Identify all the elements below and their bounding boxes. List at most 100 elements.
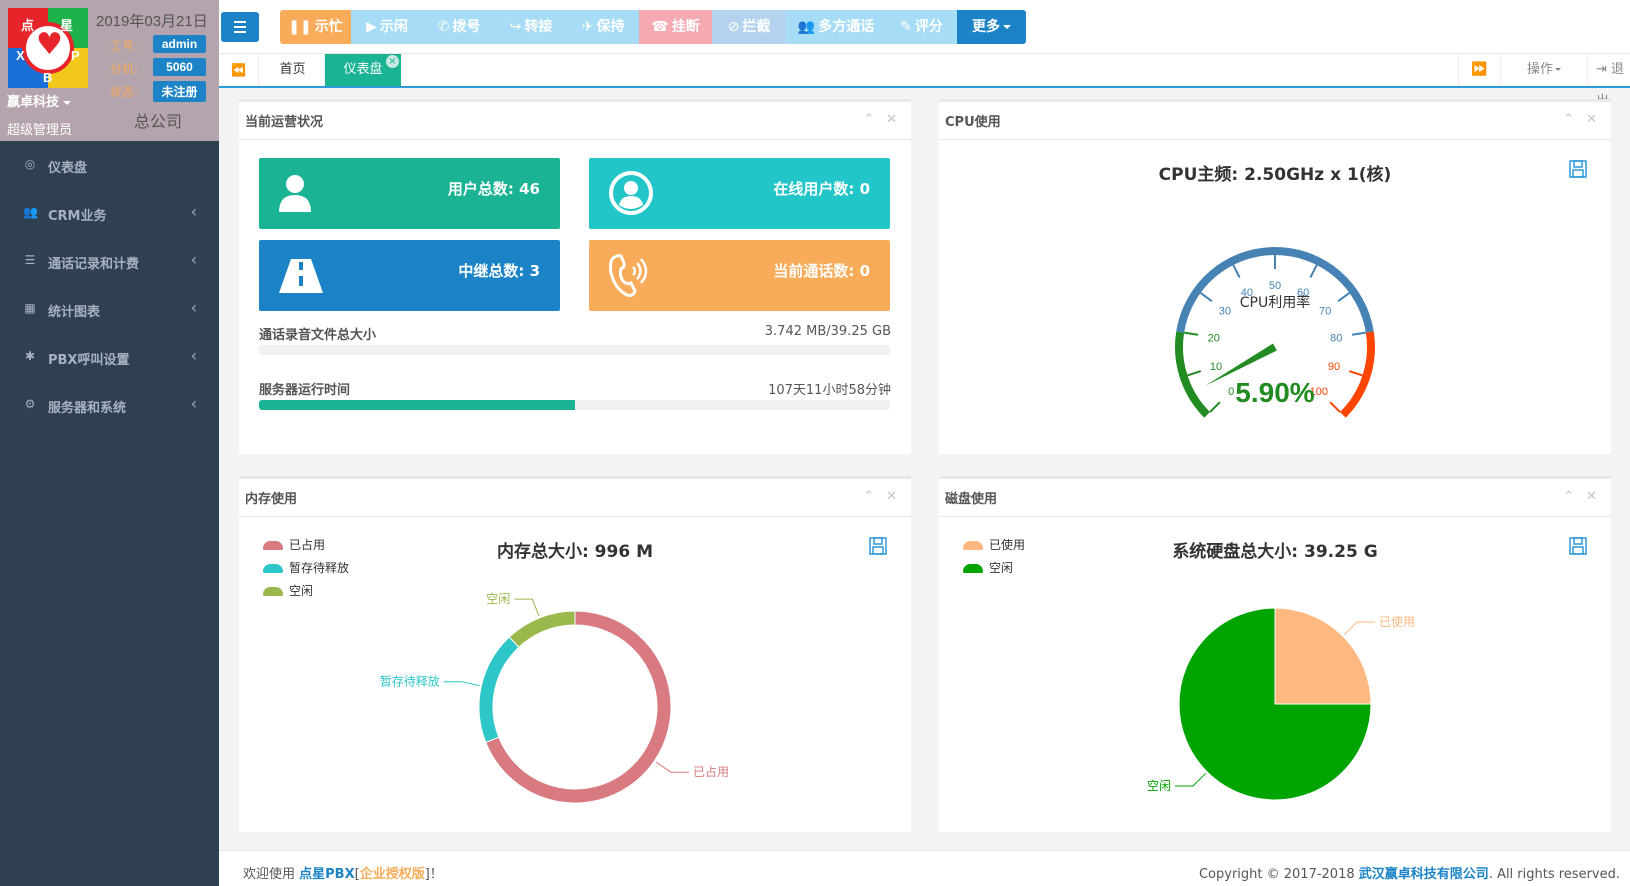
sidebar-item-crm[interactable]: 👥 CRM业务 ‹ [0,189,219,237]
intercept-button[interactable]: ⊘ 拦截 [712,10,786,44]
logo-letter: X [16,48,25,63]
conference-button[interactable]: 👥 多方通话 [786,10,886,44]
panel-title: 内存使用 [245,492,298,507]
more-button[interactable]: 更多 [957,10,1026,44]
more-button-label: 更多 [972,19,1000,35]
intercept-button-label: 拦截 [742,19,771,35]
close-icon[interactable]: ✕ [1586,112,1597,127]
operate-dropdown[interactable]: 操作 [1500,54,1587,86]
list-icon: ☰ [24,253,36,267]
uptime-bar-fill [259,400,575,410]
gauge-minor-tick [1350,388,1356,392]
user-icon [279,175,311,212]
sidebar: ♥ 点 星 X P B 嬴卓科技 超级管理员 2019年03月21日 工号: a… [0,0,219,886]
footer-company-link[interactable]: 武汉嬴卓科技有限公司 [1359,867,1489,882]
gauge-minor-tick [1339,285,1345,290]
tabs-scroll-right-button[interactable]: ⏩ [1458,54,1500,86]
legend-label: 已占用 [289,538,326,552]
gauge-tick-label: 80 [1330,332,1342,344]
gauge-minor-tick [1188,315,1194,319]
cpu-panel: CPU使用 ⌃ ✕ CPU主频: 2.50GHz x 1(核) 0 10 20 30 40… [939,99,1611,454]
gauge-icon: ◎ [24,157,36,171]
memory-panel: 内存使用 ⌃ ✕ 内存总大小: 996 M 已占用 暂存待释放 空闲 已占用 暂存待释放… [239,476,911,832]
save-image-icon[interactable] [1569,537,1587,555]
gauge-minor-tick [1198,395,1204,400]
transfer-button[interactable]: ↪ 转接 [495,10,567,44]
gauge-minor-tick [1290,256,1293,262]
legend-label: 已使用 [989,538,1026,552]
close-icon[interactable]: ✕ [886,112,897,127]
logo-letter: P [71,48,80,63]
tabs-scroll-left-button[interactable]: ⏪ [219,54,259,86]
gauge-minor-tick [1191,307,1197,311]
sidebar-item-call-records[interactable]: ☰ 通话记录和计费 ‹ [0,237,219,285]
gauge-minor-tick [1185,323,1191,326]
company-dropdown[interactable]: 嬴卓科技 [7,91,72,110]
idle-button[interactable]: ▶ 示闲 [351,10,423,44]
gauge-minor-tick [1203,402,1209,407]
top-toolbar: ❚❚ 示忙 ▶ 示闲 ✆ 拨号 ↪ 转接 ✈ 保持 ☎ 挂断 ⊘ 拦截 👥 多方通话 ✎ 评分 更… [219,0,1630,54]
idle-button-label: 示闲 [379,19,408,35]
stat-label: 中继总数: [458,262,525,280]
dial-button[interactable]: ✆ 拨号 [423,10,495,44]
gauge-major-tick [1351,331,1367,336]
table-icon: ▦ [24,301,36,315]
stat-value: 0 [859,262,870,280]
logo-letter: 星 [60,18,74,33]
menu-toggle-button[interactable] [221,12,259,42]
close-icon[interactable]: × [386,55,399,68]
chevron-left-icon: ‹ [190,298,197,317]
close-icon[interactable]: ✕ [886,489,897,504]
backward-icon: ⏪ [231,63,246,77]
gauge-minor-tick [1218,273,1223,279]
collapse-icon[interactable]: ⌃ [1563,112,1574,127]
caret-down-icon [1555,68,1561,71]
gauge-tick-label: 70 [1319,306,1331,318]
current-date: 2019年03月21日 [96,13,208,30]
gauge-major-tick [1309,264,1318,278]
road-icon [279,259,323,293]
gauge-major-tick [1199,292,1213,302]
stat-trunks-text: 中继总数: 3 [458,260,540,281]
sidebar-item-charts[interactable]: ▦ 统计图表 ‹ [0,285,219,333]
tab-home[interactable]: 首页 [261,54,325,86]
stat-value: 0 [859,180,870,198]
logout-button[interactable]: ⇥ 退出 [1587,54,1630,109]
hold-button-label: 保持 [596,19,625,35]
rate-button-label: 评分 [914,19,943,35]
gauge-major-tick [1232,264,1241,278]
save-image-icon[interactable] [869,537,887,555]
gauge-tick-label: 20 [1208,332,1220,344]
collapse-icon[interactable]: ⌃ [863,112,874,127]
stat-calls-text: 当前通话数: 0 [773,260,870,281]
disk-panel: 磁盘使用 ⌃ ✕ 系统硬盘总大小: 39.25 G 已使用 空闲 已使用 空闲 [939,476,1611,832]
close-icon[interactable]: ✕ [1586,489,1597,504]
volume-phone-icon [609,254,648,297]
hangup-button[interactable]: ☎ 挂断 [639,10,712,44]
sidebar-item-pbx-settings[interactable]: ✱ PBX呼叫设置 ‹ [0,333,219,381]
hold-button[interactable]: ✈ 保持 [567,10,639,44]
collapse-icon[interactable]: ⌃ [863,489,874,504]
busy-button[interactable]: ❚❚ 示忙 [280,10,351,44]
sidebar-item-server-system[interactable]: ⚙ 服务器和系统 ‹ [0,381,219,429]
transfer-button-label: 转接 [524,19,553,35]
footer: 欢迎使用 点星PBX[企业授权版]！ Copyright © 2017-2018… [219,850,1630,886]
caret-down-icon [63,100,72,105]
gauge-tick-label: 50 [1269,280,1281,292]
gauge-minor-tick [1359,323,1365,326]
sidebar-item-label: 仪表盘 [48,161,88,176]
sidebar-item-dashboard[interactable]: ◎ 仪表盘 [0,141,219,189]
tab-dashboard[interactable]: 仪表盘 × [325,54,401,86]
logo-letter: 点 [21,18,35,33]
gauge-minor-tick [1353,307,1359,311]
legend-swatch [263,541,283,550]
gauge-tick-label: 90 [1328,361,1340,373]
rate-button[interactable]: ✎ 评分 [886,10,957,44]
recording-size-label: 通话录音文件总大小 [259,328,377,343]
gauge-minor-tick [1361,357,1367,360]
info-label: 分机: [110,62,139,76]
info-badge: 5060 [153,58,206,76]
save-image-icon[interactable] [1569,160,1587,178]
stat-card-online-users: 在线用户数: 0 [589,158,890,229]
collapse-icon[interactable]: ⌃ [1563,489,1574,504]
